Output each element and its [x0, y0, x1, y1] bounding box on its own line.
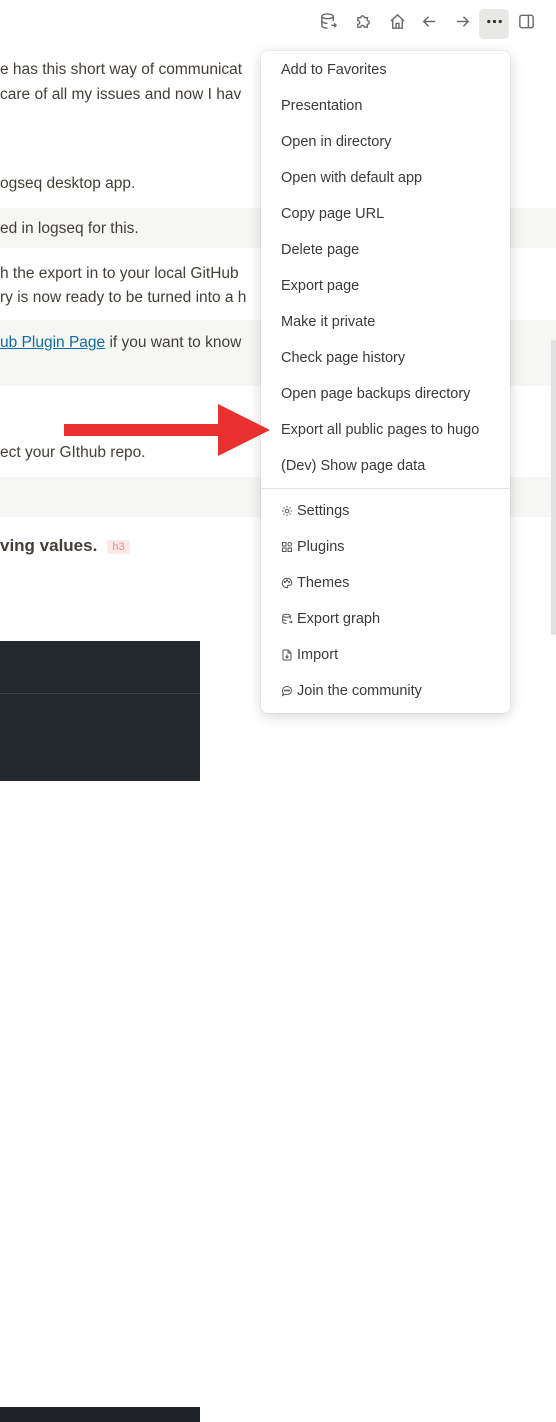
database-icon — [319, 12, 338, 36]
heading-text: ving values. — [0, 536, 98, 555]
more-options-button[interactable] — [479, 9, 509, 39]
palette-icon — [281, 577, 293, 589]
menu-item-themes[interactable]: Themes — [261, 565, 510, 601]
menu-item-label: Plugins — [297, 539, 345, 555]
text-line: ub Plugin Page if you want to know — [0, 334, 241, 352]
menu-item-check-page-history[interactable]: Check page history — [261, 340, 510, 376]
text-line: h the export in to your local GitHub — [0, 265, 239, 282]
scrollbar[interactable] — [551, 340, 556, 635]
menu-item-open-backups-directory[interactable]: Open page backups directory — [261, 376, 510, 412]
toggle-right-sidebar-button[interactable] — [511, 9, 541, 39]
menu-item-delete-page[interactable]: Delete page — [261, 232, 510, 268]
menu-item-add-to-favorites[interactable]: Add to Favorites — [261, 52, 510, 88]
more-dots-icon — [485, 12, 504, 36]
menu-item-presentation[interactable]: Presentation — [261, 88, 510, 124]
text-line: ry is now ready to be turned into a h — [0, 289, 247, 306]
menu-item-export-page[interactable]: Export page — [261, 268, 510, 304]
heading-level-badge: h3 — [107, 539, 130, 554]
page-options-menu: Add to Favorites Presentation Open in di… — [261, 51, 510, 713]
menu-item-label: Import — [297, 647, 339, 663]
menu-item-label: Themes — [297, 575, 350, 591]
text-line: ogseq desktop app. — [0, 175, 136, 192]
menu-item-show-page-data[interactable]: (Dev) Show page data — [261, 448, 510, 484]
menu-item-export-graph[interactable]: Export graph — [261, 601, 510, 637]
code-footer — [0, 1407, 200, 1422]
database-export-icon — [281, 613, 293, 625]
menu-item-join-community[interactable]: Join the community — [261, 673, 510, 709]
home-button[interactable] — [382, 9, 412, 39]
text-line: e has this short way of communicat — [0, 61, 243, 78]
plugins-icon — [281, 541, 293, 553]
file-import-icon — [281, 649, 293, 661]
gear-icon — [281, 505, 293, 517]
plugin-page-link[interactable]: ub Plugin Page — [0, 334, 105, 351]
puzzle-icon — [354, 12, 373, 36]
menu-item-label: Settings — [297, 503, 350, 519]
menu-divider — [261, 488, 510, 489]
forward-button[interactable] — [447, 9, 477, 39]
menu-item-import[interactable]: Import — [261, 637, 510, 673]
graph-export-button[interactable] — [313, 9, 343, 39]
menu-item-export-public-pages-hugo[interactable]: Export all public pages to hugo — [261, 412, 510, 448]
text-line: care of all my issues and now I hav — [0, 86, 242, 103]
menu-item-open-with-default-app[interactable]: Open with default app — [261, 160, 510, 196]
sidebar-icon — [517, 12, 536, 36]
home-icon — [388, 12, 407, 36]
plugins-button[interactable] — [348, 9, 378, 39]
menu-item-plugins[interactable]: Plugins — [261, 529, 510, 565]
menu-item-open-in-directory[interactable]: Open in directory — [261, 124, 510, 160]
menu-item-label: Export graph — [297, 611, 381, 627]
back-button[interactable] — [414, 9, 444, 39]
menu-item-copy-page-url[interactable]: Copy page URL — [261, 196, 510, 232]
arrow-left-icon — [420, 12, 439, 36]
code-divider — [0, 693, 200, 694]
message-icon — [281, 685, 293, 697]
section-heading: ving values. h3 — [0, 536, 130, 556]
menu-item-settings[interactable]: Settings — [261, 493, 510, 529]
text-line: ed in logseq for this. — [0, 220, 139, 237]
text-fragment: if you want to know — [105, 334, 242, 351]
arrow-right-icon — [453, 12, 472, 36]
menu-item-label: Join the community — [297, 683, 422, 699]
annotation-arrow-icon — [64, 404, 270, 456]
code-block[interactable] — [0, 641, 200, 1422]
menu-item-make-private[interactable]: Make it private — [261, 304, 510, 340]
